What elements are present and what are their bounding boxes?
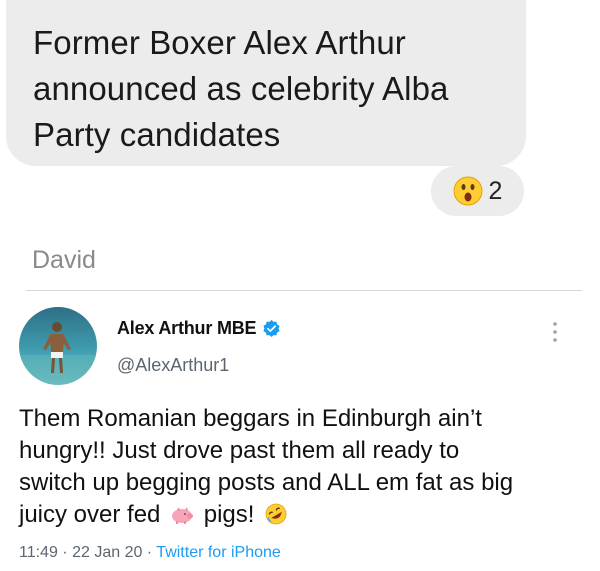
- rolling-on-floor-laughing-icon: [265, 503, 287, 525]
- reaction-pill[interactable]: 2: [431, 166, 524, 216]
- tweet-date: 22 Jan 20: [72, 544, 143, 561]
- tweet-line: juicy over fed pigs!: [19, 499, 594, 531]
- tweet-line: Them Romanian beggars in Edinburgh ain’t: [19, 405, 482, 432]
- message-text: Former Boxer Alex Arthur announced as ce…: [33, 20, 500, 158]
- tweet-meta: 11:49 · 22 Jan 20 · Twitter for iPhone: [19, 544, 281, 562]
- display-name[interactable]: Alex Arthur MBE: [117, 318, 257, 339]
- avatar-image: [19, 307, 97, 385]
- handle[interactable]: @AlexArthur1: [117, 355, 229, 376]
- reaction-count: 2: [488, 176, 503, 205]
- tweet-line-part: juicy over fed: [19, 501, 161, 528]
- message-line: Party candidates: [33, 116, 281, 153]
- author-row[interactable]: Alex Arthur MBE: [117, 318, 281, 339]
- meta-separator: ·: [57, 544, 73, 561]
- tweet-source-link[interactable]: Twitter for iPhone: [156, 544, 281, 561]
- astonished-face-icon: [453, 176, 483, 206]
- tweet-line: switch up begging posts and ALL em fat a…: [19, 469, 514, 496]
- message-bubble[interactable]: Former Boxer Alex Arthur announced as ce…: [6, 0, 526, 166]
- tweet-line-part: pigs!: [203, 501, 255, 528]
- tweet-time: 11:49: [19, 544, 58, 561]
- sender-name: David: [32, 246, 96, 274]
- tweet-line: hungry!! Just drove past them all ready …: [19, 437, 460, 464]
- more-options-icon[interactable]: [551, 321, 559, 343]
- tweet-text: Them Romanian beggars in Edinburgh ain’t…: [19, 403, 594, 531]
- message-line: announced as celebrity Alba: [33, 70, 449, 107]
- pig-icon: [172, 507, 194, 524]
- avatar[interactable]: [19, 307, 97, 385]
- meta-separator: ·: [142, 544, 157, 561]
- tweet-card[interactable]: Alex Arthur MBE @AlexArthur1 Them Romani…: [0, 291, 600, 571]
- message-line: Former Boxer Alex Arthur: [33, 24, 406, 61]
- verified-badge-icon: [263, 319, 280, 338]
